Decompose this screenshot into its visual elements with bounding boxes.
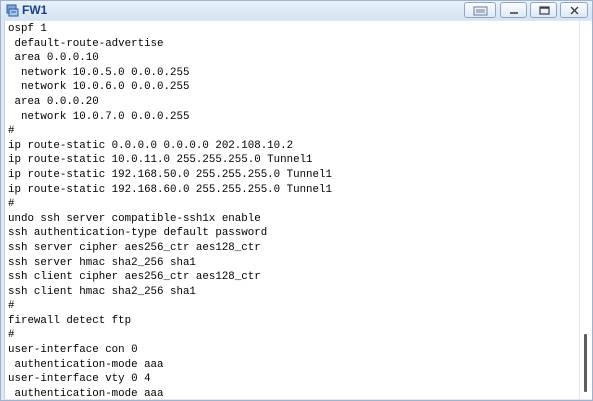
close-icon [570,6,579,15]
config-line: authentication-mode aaa [8,387,164,399]
maximize-icon [539,6,550,15]
config-line: ip route-static 192.168.60.0 255.255.255… [8,183,332,196]
terminal-output[interactable]: ospf 1 default-route-advertise area 0.0.… [4,21,580,399]
vertical-scrollbar[interactable] [579,21,592,399]
config-line: # [8,125,15,138]
config-line: firewall detect ftp [8,314,132,327]
maximize-button[interactable] [530,2,557,18]
config-line: ip route-static 10.0.11.0 255.255.255.0 … [8,154,313,167]
config-line: user-interface con 0 [8,344,138,357]
close-button[interactable] [560,2,588,18]
config-line: network 10.0.5.0 0.0.0.255 [8,66,190,79]
config-line: ssh server cipher aes256_ctr aes128_ctr [8,241,261,254]
config-line: ip route-static 0.0.0.0 0.0.0.0 202.108.… [8,139,294,152]
terminal-app-icon [6,4,19,17]
config-text: ospf 1 default-route-advertise area 0.0.… [8,22,332,399]
terminal-window: FW1 ospf 1 default-route-advertise area … [0,0,593,401]
config-line: ssh client cipher aes256_ctr aes128_ctr [8,271,261,284]
config-line: undo ssh server compatible-ssh1x enable [8,212,261,225]
config-line: ssh authentication-type default password [8,227,268,240]
config-line: authentication-mode aaa [8,358,164,371]
extra-icon [473,6,488,16]
config-line: # [8,329,15,342]
config-line: area 0.0.0.20 [8,95,99,108]
config-line: network 10.0.7.0 0.0.0.255 [8,110,190,123]
config-line: # [8,300,15,313]
extra-button[interactable] [464,2,496,18]
config-line: ip route-static 192.168.50.0 255.255.255… [8,168,332,181]
config-line: network 10.0.6.0 0.0.0.255 [8,81,190,94]
config-line: # [8,198,15,211]
window-title: FW1 [22,3,48,17]
config-line: user-interface vty 0 4 [8,373,151,386]
config-line: ssh client hmac sha2_256 sha1 [8,285,196,298]
scrollbar-thumb[interactable] [584,334,587,392]
config-line: default-route-advertise [8,37,164,50]
minimize-button[interactable] [500,2,527,18]
config-line: ospf 1 [8,23,47,35]
title-bar[interactable]: FW1 [1,1,592,20]
config-line: ssh server hmac sha2_256 sha1 [8,256,196,269]
config-line: area 0.0.0.10 [8,52,99,65]
minimize-icon [510,12,518,14]
